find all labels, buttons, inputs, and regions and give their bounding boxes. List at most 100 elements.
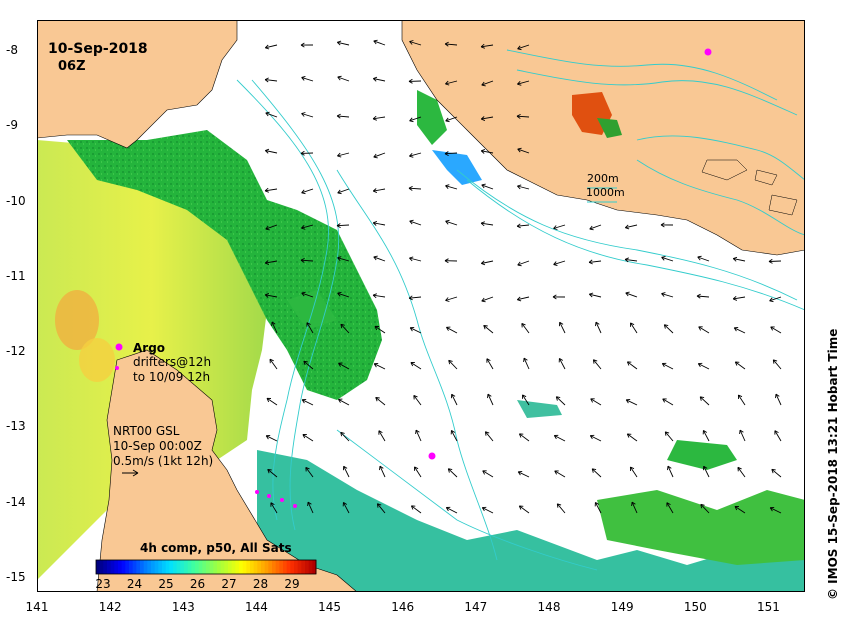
colorbar-segment (136, 560, 141, 574)
y-tick-label: -15 (6, 569, 26, 584)
colorbar-segment (125, 560, 130, 574)
argo-marker-1 (428, 452, 436, 460)
colorbar-segment (231, 560, 236, 574)
land-papua (401, 20, 805, 256)
x-tick-label: 150 (683, 600, 707, 614)
x-tick-label: 147 (464, 600, 488, 614)
map-date: 10-Sep-2018 (48, 41, 148, 57)
argo-legend-line2: to 10/09 12h (133, 370, 211, 384)
colorbar-segment (173, 560, 178, 574)
colorbar-tick-label: 28 (252, 577, 269, 591)
colorbar (96, 560, 317, 574)
current-arrow (768, 260, 782, 262)
current-arrow (556, 503, 566, 514)
colorbar-segment (140, 560, 145, 574)
current-arrow (448, 359, 458, 370)
y-tick-label: -8 (6, 43, 18, 58)
colorbar-segment (213, 560, 218, 574)
current-arrow (408, 187, 422, 190)
y-tick-label: -12 (6, 344, 26, 359)
x-tick-label: 143 (171, 600, 195, 614)
x-tick-label: 148 (537, 600, 561, 614)
colorbar-segment (110, 560, 115, 574)
colorbar-segment (290, 560, 295, 574)
colorbar-segment (180, 560, 185, 574)
colorbar-segment (235, 560, 240, 574)
current-arrow (447, 468, 458, 478)
sst-blue-strait (432, 150, 482, 185)
depth-1000-label: 1000m (586, 186, 625, 199)
colorbar-tick-label: 29 (284, 577, 300, 591)
colorbar-segment (158, 560, 163, 574)
colorbar-segment (257, 560, 262, 574)
colorbar-tick-label: 27 (221, 577, 237, 591)
colorbar-segment (250, 560, 255, 574)
colorbar-tick-label: 24 (126, 577, 143, 591)
colorbar-segment (151, 560, 156, 574)
colorbar-segment (305, 560, 310, 574)
colorbar-segment (308, 560, 313, 574)
colorbar-segment (154, 560, 159, 574)
current-arrow (591, 468, 602, 478)
colorbar-segment (187, 560, 192, 574)
colorbar-segment (297, 560, 302, 574)
colorbar-tick-label: 25 (158, 577, 174, 591)
depth-200-label: 200m (587, 172, 619, 185)
y-tick-label: -9 (6, 118, 18, 133)
colorbar-segment (275, 560, 280, 574)
colorbar-segment (121, 560, 126, 574)
x-tick-label: 145 (318, 600, 342, 614)
current-legend-line1: NRT00 GSL (113, 424, 180, 438)
argo-drifter-2 (267, 494, 271, 498)
colorbar-segment (217, 560, 222, 574)
colorbar-title: 4h comp, p50, All Sats (140, 541, 292, 555)
colorbar-segment (283, 560, 288, 574)
current-arrow (772, 359, 782, 370)
land-cape-york (37, 20, 238, 149)
colorbar-segment (147, 560, 152, 574)
map-area[interactable] (37, 20, 805, 592)
argo-drifter-1 (255, 490, 259, 494)
colorbar-segment (162, 560, 167, 574)
colorbar-segment (143, 560, 148, 574)
colorbar-segment (99, 560, 104, 574)
current-arrow (340, 431, 350, 442)
y-tick-label: -14 (6, 494, 26, 509)
colorbar-segment (206, 560, 211, 574)
y-tick-label: -10 (6, 193, 26, 208)
sst-patch-1 (667, 440, 737, 470)
argo-legend-title: Argo (133, 341, 166, 355)
x-tick-label: 142 (98, 600, 122, 614)
colorbar-segment (239, 560, 244, 574)
colorbar-segment (224, 560, 229, 574)
colorbar-segment (195, 560, 200, 574)
colorbar-segment (165, 560, 170, 574)
x-tick-label: 149 (610, 600, 634, 614)
colorbar-segment (272, 560, 277, 574)
x-tick-label: 146 (391, 600, 415, 614)
colorbar-segment (114, 560, 119, 574)
y-tick-label: -13 (6, 419, 26, 434)
colorbar-segment (191, 560, 196, 574)
colorbar-segment (246, 560, 251, 574)
colorbar-segment (220, 560, 225, 574)
argo-drifter-4 (293, 504, 297, 508)
current-arrow (555, 396, 566, 406)
colorbar-tick-label: 26 (189, 577, 206, 591)
credit-text: © IMOS 15-Sep-2018 13:21 Hobart Time (826, 328, 840, 600)
current-legend-line2: 10-Sep 00:00Z (113, 439, 202, 453)
current-arrow (336, 224, 350, 227)
current-arrow (663, 324, 674, 334)
colorbar-segment (202, 560, 207, 574)
colorbar-segment (209, 560, 214, 574)
current-arrow (699, 396, 710, 406)
current-arrow (771, 468, 782, 478)
colorbar-segment (176, 560, 181, 574)
colorbar-segment (268, 560, 273, 574)
x-tick-label: 151 (756, 600, 780, 614)
colorbar-tick-label: 23 (95, 577, 111, 591)
colorbar-segment (253, 560, 258, 574)
argo-marker-legend (115, 343, 123, 351)
argo-legend-line1: drifters@12h (133, 355, 212, 369)
argo-marker-2 (704, 48, 712, 56)
